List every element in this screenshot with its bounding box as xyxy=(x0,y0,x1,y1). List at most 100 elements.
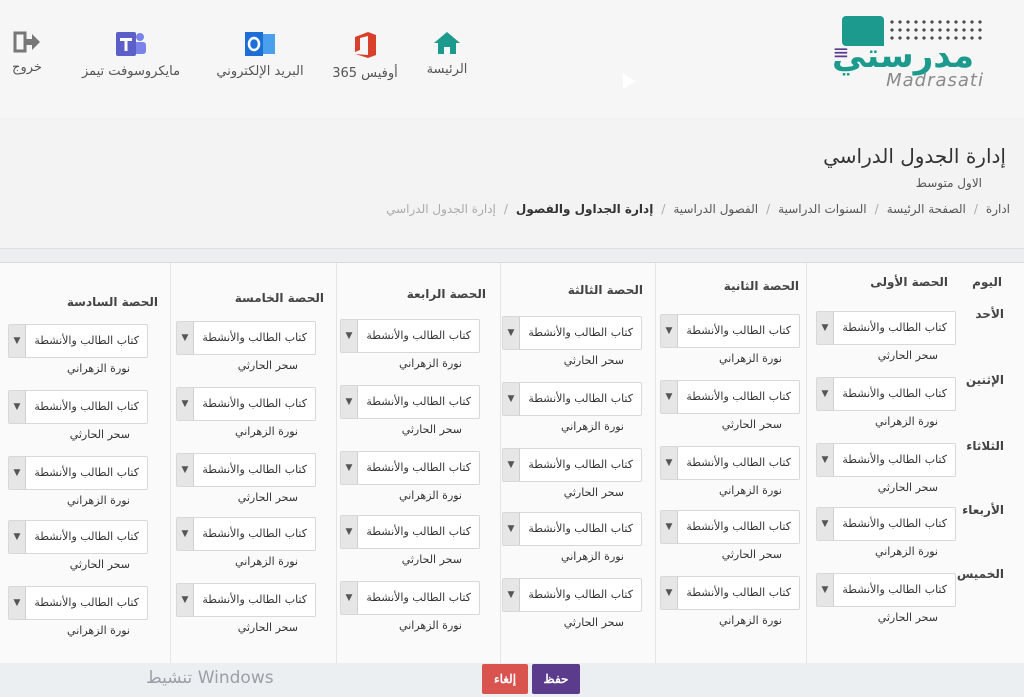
header-period-5: الحصة الخامسة xyxy=(234,291,324,305)
subject-select-value: كتاب الطالب والأنشطة xyxy=(686,520,791,533)
day-label: الإثنين xyxy=(965,373,1004,387)
subject-select[interactable]: ▼ كتاب الطالب والأنشطة xyxy=(816,311,956,345)
nav-office365-label: أوفيس 365 xyxy=(332,66,398,81)
subject-select[interactable]: ▼ كتاب الطالب والأنشطة xyxy=(340,515,480,549)
chevron-down-icon: ▼ xyxy=(817,444,834,476)
chevron-down-icon: ▼ xyxy=(341,386,358,418)
timetable-cell: ▼ كتاب الطالب والأنشطة نورة الزهراني xyxy=(660,576,800,638)
teacher-name: نورة الزهراني xyxy=(67,494,130,507)
nav-office365[interactable]: أوفيس 365 xyxy=(330,30,400,81)
subject-select-value: كتاب الطالب والأنشطة xyxy=(366,461,471,474)
chevron-down-icon: ▼ xyxy=(503,579,520,611)
chevron-down-icon: ▼ xyxy=(9,457,26,489)
hamburger-icon[interactable]: ≡ xyxy=(832,42,850,62)
timetable-cell: ▼ كتاب الطالب والأنشطة سحر الحارثي xyxy=(660,380,800,442)
teacher-name: نورة الزهراني xyxy=(399,489,462,502)
subject-select[interactable]: ▼ كتاب الطالب والأنشطة xyxy=(8,586,148,620)
teacher-name: نورة الزهراني xyxy=(719,484,782,497)
timetable-cell: ▼ كتاب الطالب والأنشطة سحر الحارثي xyxy=(8,390,148,452)
chevron-down-icon: ▼ xyxy=(9,391,26,423)
timetable-cell: ▼ كتاب الطالب والأنشطة سحر الحارثي xyxy=(816,443,956,505)
subject-select[interactable]: ▼ كتاب الطالب والأنشطة xyxy=(8,456,148,490)
timetable-cell: ▼ كتاب الطالب والأنشطة نورة الزهراني xyxy=(660,446,800,508)
chevron-down-icon: ▼ xyxy=(817,508,834,540)
subject-select[interactable]: ▼ كتاب الطالب والأنشطة xyxy=(816,573,956,607)
subject-select-value: كتاب الطالب والأنشطة xyxy=(202,463,307,476)
chevron-down-icon: ▼ xyxy=(9,521,26,553)
subject-select[interactable]: ▼ كتاب الطالب والأنشطة xyxy=(340,581,480,615)
nav-teams[interactable]: مايكروسوفت تيمز xyxy=(72,30,190,79)
breadcrumb-item[interactable]: إدارة الجداول والفصول xyxy=(516,202,653,216)
breadcrumb-item[interactable]: الصفحة الرئيسة xyxy=(887,202,966,216)
subject-select-value: كتاب الطالب والأنشطة xyxy=(528,588,633,601)
teacher-name: سحر الحارثي xyxy=(401,423,462,436)
subject-select[interactable]: ▼ كتاب الطالب والأنشطة xyxy=(660,380,800,414)
day-label: الأربعاء xyxy=(962,503,1004,517)
teacher-name: سحر الحارثي xyxy=(563,354,624,367)
nav-email[interactable]: البريد الإلكتروني xyxy=(210,30,310,79)
chevron-down-icon: ▼ xyxy=(9,325,26,357)
subject-select[interactable]: ▼ كتاب الطالب والأنشطة xyxy=(660,446,800,480)
day-label: الثلاثاء xyxy=(966,439,1004,453)
subject-select[interactable]: ▼ كتاب الطالب والأنشطة xyxy=(8,324,148,358)
subject-select-value: كتاب الطالب والأنشطة xyxy=(528,392,633,405)
subject-select[interactable]: ▼ كتاب الطالب والأنشطة xyxy=(340,385,480,419)
subject-select[interactable]: ▼ كتاب الطالب والأنشطة xyxy=(660,510,800,544)
page-title: إدارة الجدول الدراسي xyxy=(823,144,1006,168)
subject-select-value: كتاب الطالب والأنشطة xyxy=(34,596,139,609)
chevron-down-icon: ▼ xyxy=(661,315,678,347)
breadcrumb-item[interactable]: الفصول الدراسية xyxy=(673,202,758,216)
subject-select[interactable]: ▼ كتاب الطالب والأنشطة xyxy=(340,451,480,485)
header-period-1: الحصة الأولى xyxy=(870,275,948,289)
subject-select[interactable]: ▼ كتاب الطالب والأنشطة xyxy=(176,321,316,355)
save-button[interactable]: حفظ xyxy=(532,664,580,694)
subject-select[interactable]: ▼ كتاب الطالب والأنشطة xyxy=(816,507,956,541)
teacher-name: نورة الزهراني xyxy=(561,420,624,433)
class-level: الاول متوسط xyxy=(915,176,982,190)
teacher-name: سحر الحارثي xyxy=(563,616,624,629)
subject-select[interactable]: ▼ كتاب الطالب والأنشطة xyxy=(8,390,148,424)
timetable-cell: ▼ كتاب الطالب والأنشطة نورة الزهراني xyxy=(340,581,480,643)
subject-select[interactable]: ▼ كتاب الطالب والأنشطة xyxy=(8,520,148,554)
timetable-cell: ▼ كتاب الطالب والأنشطة سحر الحارثي xyxy=(340,385,480,447)
nav-home[interactable]: الرئيسة xyxy=(420,30,474,77)
subject-select[interactable]: ▼ كتاب الطالب والأنشطة xyxy=(816,443,956,477)
chevron-down-icon: ▼ xyxy=(177,322,194,354)
teacher-name: نورة الزهراني xyxy=(875,545,938,558)
subject-select[interactable]: ▼ كتاب الطالب والأنشطة xyxy=(502,578,642,612)
header-period-3: الحصة الثالثة xyxy=(567,283,643,297)
subject-select[interactable]: ▼ كتاب الطالب والأنشطة xyxy=(176,583,316,617)
chevron-down-icon: ▼ xyxy=(817,574,834,606)
subject-select[interactable]: ▼ كتاب الطالب والأنشطة xyxy=(340,319,480,353)
teacher-name: نورة الزهراني xyxy=(399,357,462,370)
nav-logout[interactable]: خروج xyxy=(8,30,46,75)
teacher-name: نورة الزهراني xyxy=(561,550,624,563)
teacher-name: نورة الزهراني xyxy=(875,415,938,428)
subject-select[interactable]: ▼ كتاب الطالب والأنشطة xyxy=(502,448,642,482)
subject-select-value: كتاب الطالب والأنشطة xyxy=(34,400,139,413)
subject-select-value: كتاب الطالب والأنشطة xyxy=(842,517,947,530)
subject-select-value: كتاب الطالب والأنشطة xyxy=(842,321,947,334)
timetable-cell: ▼ كتاب الطالب والأنشطة نورة الزهراني xyxy=(176,387,316,449)
subject-select[interactable]: ▼ كتاب الطالب والأنشطة xyxy=(502,512,642,546)
subject-select-value: كتاب الطالب والأنشطة xyxy=(686,390,791,403)
subject-select[interactable]: ▼ كتاب الطالب والأنشطة xyxy=(502,316,642,350)
subject-select[interactable]: ▼ كتاب الطالب والأنشطة xyxy=(176,453,316,487)
subject-select[interactable]: ▼ كتاب الطالب والأنشطة xyxy=(660,576,800,610)
subject-select-value: كتاب الطالب والأنشطة xyxy=(34,530,139,543)
subject-select[interactable]: ▼ كتاب الطالب والأنشطة xyxy=(176,387,316,421)
chevron-down-icon: ▼ xyxy=(503,513,520,545)
breadcrumb: ادارة/الصفحة الرئيسة/السنوات الدراسية/ال… xyxy=(386,202,1010,216)
subject-select[interactable]: ▼ كتاب الطالب والأنشطة xyxy=(660,314,800,348)
subject-select[interactable]: ▼ كتاب الطالب والأنشطة xyxy=(176,517,316,551)
top-navbar: مدرستي Madrasati ≡ الرئيسة أوفيس 365 الب… xyxy=(0,0,1024,119)
subject-select[interactable]: ▼ كتاب الطالب والأنشطة xyxy=(816,377,956,411)
cancel-button[interactable]: إلغاء xyxy=(482,664,528,694)
nav-home-label: الرئيسة xyxy=(426,62,468,77)
subject-select-value: كتاب الطالب والأنشطة xyxy=(528,458,633,471)
teacher-name: نورة الزهراني xyxy=(67,362,130,375)
breadcrumb-item[interactable]: ادارة xyxy=(986,202,1010,216)
breadcrumb-item[interactable]: السنوات الدراسية xyxy=(778,202,867,216)
subject-select[interactable]: ▼ كتاب الطالب والأنشطة xyxy=(502,382,642,416)
teacher-name: نورة الزهراني xyxy=(719,352,782,365)
